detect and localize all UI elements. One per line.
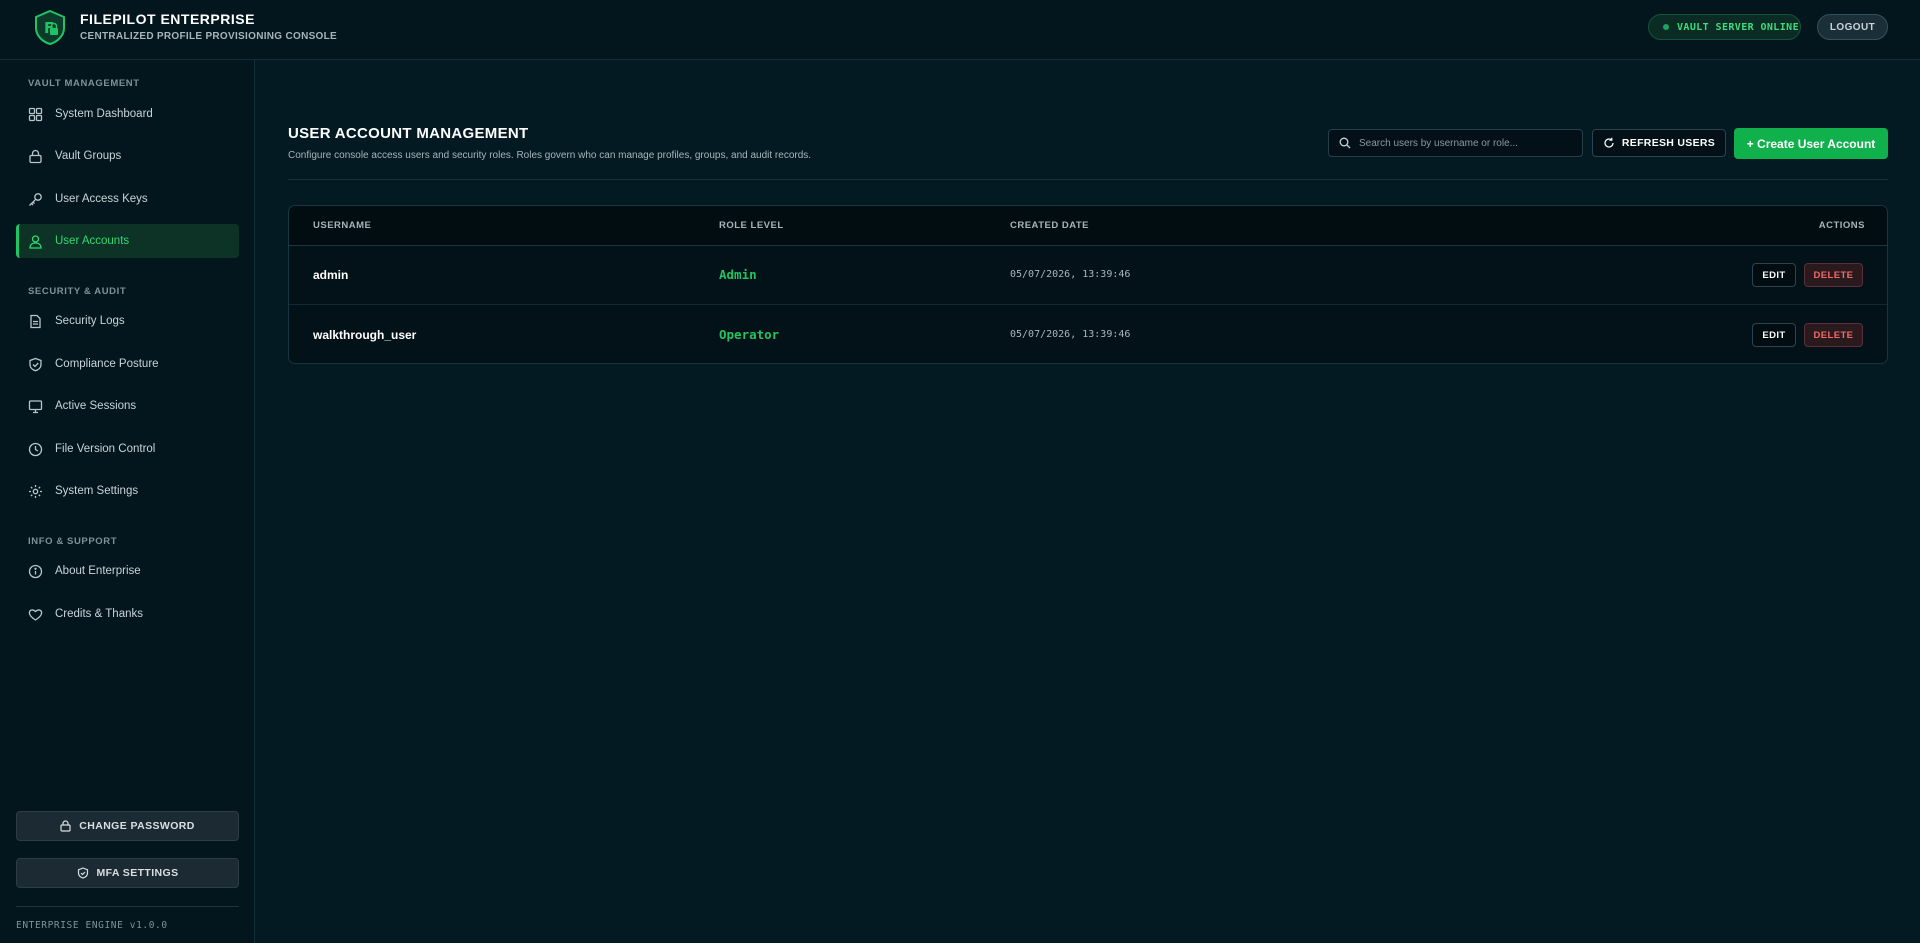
delete-user-button[interactable]: DELETE [1804, 323, 1863, 347]
shield-check-icon [77, 867, 89, 879]
create-user-account-button[interactable]: + Create User Account [1734, 128, 1888, 159]
sidebar-item-system-dashboard[interactable]: System Dashboard [16, 97, 239, 131]
sidebar-item-system-settings[interactable]: System Settings [16, 474, 239, 508]
sidebar-item-label: About Enterprise [55, 565, 141, 577]
page-title: USER ACCOUNT MANAGEMENT [288, 125, 529, 142]
search-input[interactable] [1359, 137, 1569, 149]
change-password-button[interactable]: CHANGE PASSWORD [16, 811, 239, 841]
sidebar-item-label: System Settings [55, 485, 139, 497]
heart-icon [28, 607, 43, 622]
sidebar-item-about-enterprise[interactable]: About Enterprise [16, 554, 239, 588]
sidebar-item-user-accounts[interactable]: User Accounts [16, 224, 239, 258]
clock-icon [28, 442, 43, 457]
lock-icon [60, 820, 71, 832]
shield-check-icon [28, 357, 43, 372]
mfa-settings-button[interactable]: MFA SETTINGS [16, 858, 239, 888]
app-title: FILEPILOT ENTERPRISE [80, 11, 255, 27]
sidebar-section-info-support: INFO & SUPPORT [28, 536, 118, 547]
sidebar-item-label: Active Sessions [55, 400, 137, 412]
refresh-users-button[interactable]: REFRESH USERS [1592, 129, 1726, 157]
role-cell: Admin [719, 267, 757, 282]
column-header-username: USERNAME [313, 220, 372, 231]
mfa-settings-label: MFA SETTINGS [96, 867, 179, 879]
sidebar-item-label: Vault Groups [55, 150, 122, 162]
document-icon [28, 314, 43, 329]
monitor-icon [28, 399, 43, 414]
sidebar-item-label: System Dashboard [55, 108, 153, 120]
column-header-actions: ACTIONS [1818, 220, 1865, 231]
user-search-field[interactable] [1328, 129, 1583, 157]
table-row: admin Admin 05/07/2026, 13:39:46 EDIT DE… [289, 246, 1887, 305]
refresh-users-label: REFRESH USERS [1621, 137, 1716, 149]
sidebar-item-compliance-posture[interactable]: Compliance Posture [16, 347, 239, 381]
top-bar: F FILEPILOT ENTERPRISE CENTRALIZED PROFI… [0, 0, 1920, 60]
lock-icon [28, 149, 43, 164]
status-dot-icon [1663, 24, 1669, 30]
sidebar: VAULT MANAGEMENT System Dashboard Vault … [0, 60, 255, 943]
sidebar-item-vault-groups[interactable]: Vault Groups [16, 139, 239, 173]
column-header-role-level: ROLE LEVEL [719, 220, 784, 231]
edit-user-button[interactable]: EDIT [1752, 323, 1796, 347]
users-icon [28, 234, 43, 249]
logout-button[interactable]: LOGOUT [1817, 14, 1888, 40]
edit-user-button[interactable]: EDIT [1752, 263, 1796, 287]
sidebar-item-label: User Accounts [55, 235, 130, 247]
search-icon [1339, 137, 1351, 149]
server-status-badge: VAULT SERVER ONLINE [1648, 14, 1801, 40]
header-divider [288, 179, 1888, 180]
engine-version: ENTERPRISE ENGINE v1.0.0 [16, 920, 168, 931]
sidebar-item-file-version-control[interactable]: File Version Control [16, 432, 239, 466]
sidebar-item-user-access-keys[interactable]: User Access Keys [16, 182, 239, 216]
username-cell: walkthrough_user [313, 328, 417, 342]
column-header-created-date: CREATED DATE [1010, 220, 1090, 231]
sidebar-item-security-logs[interactable]: Security Logs [16, 304, 239, 338]
table-row: walkthrough_user Operator 05/07/2026, 13… [289, 306, 1887, 363]
sidebar-section-security-audit: SECURITY & AUDIT [28, 286, 127, 297]
info-icon [28, 564, 43, 579]
server-status-text: VAULT SERVER ONLINE [1677, 21, 1799, 33]
sidebar-item-label: File Version Control [55, 443, 156, 455]
user-accounts-table: USERNAME ROLE LEVEL CREATED DATE ACTIONS… [288, 205, 1888, 364]
created-date-cell: 05/07/2026, 13:39:46 [1010, 269, 1131, 280]
delete-user-button[interactable]: DELETE [1804, 263, 1863, 287]
app-subtitle: CENTRALIZED PROFILE PROVISIONING CONSOLE [80, 31, 338, 42]
grid-icon [28, 107, 43, 122]
role-cell: Operator [719, 327, 780, 342]
sidebar-divider [16, 906, 239, 907]
table-header: USERNAME ROLE LEVEL CREATED DATE ACTIONS [289, 206, 1887, 246]
username-cell: admin [313, 268, 349, 282]
shield-logo-icon: F [33, 9, 67, 46]
created-date-cell: 05/07/2026, 13:39:46 [1010, 329, 1131, 340]
key-icon [28, 192, 43, 207]
sidebar-item-label: Security Logs [55, 315, 125, 327]
sidebar-item-active-sessions[interactable]: Active Sessions [16, 389, 239, 423]
sidebar-item-label: Credits & Thanks [55, 608, 143, 620]
page-description: Configure console access users and secur… [288, 150, 812, 161]
change-password-label: CHANGE PASSWORD [79, 820, 195, 832]
gear-icon [28, 484, 43, 499]
sidebar-item-label: Compliance Posture [55, 358, 159, 370]
refresh-icon [1603, 137, 1615, 149]
sidebar-section-vault-management: VAULT MANAGEMENT [28, 78, 140, 89]
sidebar-item-label: User Access Keys [55, 193, 148, 205]
sidebar-item-credits-thanks[interactable]: Credits & Thanks [16, 597, 239, 631]
